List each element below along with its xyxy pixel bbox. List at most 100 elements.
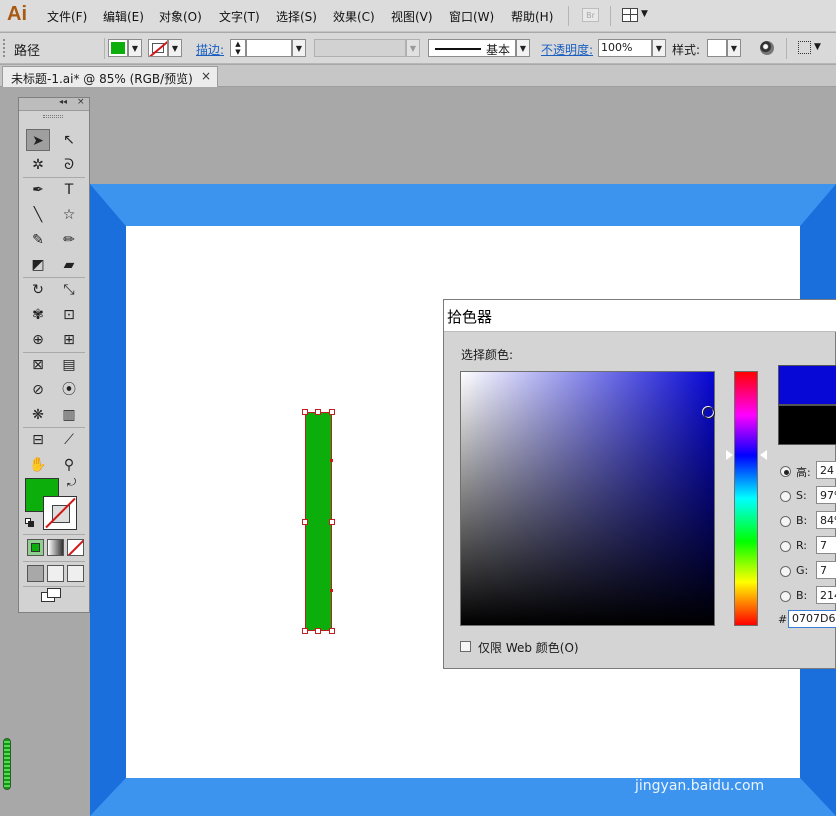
draw-normal-button[interactable] xyxy=(27,565,44,582)
radio-green[interactable] xyxy=(780,566,791,577)
zoom-tool[interactable]: ⚲ xyxy=(57,454,81,476)
chevron-down-icon[interactable]: ▼ xyxy=(652,39,666,57)
screen-mode-icon[interactable] xyxy=(41,588,63,604)
swap-fill-stroke-icon[interactable]: ⤾ xyxy=(67,476,76,490)
menu-type[interactable]: 文字(T) xyxy=(219,8,260,25)
free-transform-tool[interactable]: ⊡ xyxy=(57,304,81,326)
blue-input[interactable]: 214 xyxy=(816,586,836,604)
web-colors-only-checkbox[interactable] xyxy=(460,641,471,652)
radio-brightness[interactable] xyxy=(780,516,791,527)
chevron-down-icon[interactable]: ▼ xyxy=(814,42,821,52)
red-input[interactable]: 7 xyxy=(816,536,836,554)
hue-slider-arrow-right[interactable] xyxy=(760,450,767,460)
chevron-down-icon[interactable]: ▼ xyxy=(516,39,530,57)
lasso-tool[interactable]: ᘐ xyxy=(57,154,81,176)
shape-builder-tool[interactable]: ⊕ xyxy=(26,329,50,351)
menu-view[interactable]: 视图(V) xyxy=(391,8,433,25)
chevron-down-icon[interactable]: ▼ xyxy=(727,39,741,57)
color-mode-button[interactable] xyxy=(27,539,44,556)
menu-file[interactable]: 文件(F) xyxy=(47,8,87,25)
chevron-down-icon[interactable]: ▼ xyxy=(168,39,182,57)
selection-handle[interactable] xyxy=(302,409,308,415)
perspective-grid-tool[interactable]: ⊞ xyxy=(57,329,81,351)
artboard-tool[interactable]: ⊟ xyxy=(26,429,50,451)
chevron-down-icon[interactable]: ▼ xyxy=(406,39,420,57)
close-icon[interactable]: × xyxy=(201,69,211,83)
gradient-mode-button[interactable] xyxy=(47,539,64,556)
selection-handle[interactable] xyxy=(329,519,335,525)
gradient-tool[interactable]: ▤ xyxy=(57,354,81,376)
brightness-input[interactable]: 84% xyxy=(816,511,836,529)
stroke-color-swatch[interactable] xyxy=(43,496,77,530)
menu-window[interactable]: 窗口(W) xyxy=(449,8,494,25)
selection-tool[interactable]: ➤ xyxy=(26,129,50,151)
scrollbar-thumb[interactable] xyxy=(3,738,11,790)
radio-blue[interactable] xyxy=(780,591,791,602)
pencil-tool[interactable]: ✏ xyxy=(57,229,81,251)
mesh-tool[interactable]: ⊠ xyxy=(26,354,50,376)
variable-width-profile[interactable] xyxy=(314,39,406,57)
scale-tool[interactable]: ⤡ xyxy=(57,279,81,301)
selection-handle[interactable] xyxy=(302,628,308,634)
anchor-point[interactable] xyxy=(330,589,333,592)
paintbrush-tool[interactable]: ✎ xyxy=(26,229,50,251)
menu-object[interactable]: 对象(O) xyxy=(159,8,202,25)
symbol-sprayer-tool[interactable]: ❋ xyxy=(26,404,50,426)
color-field-cursor[interactable] xyxy=(702,406,715,419)
opacity-input[interactable]: 100% xyxy=(598,39,652,57)
selected-rectangle[interactable] xyxy=(305,412,332,631)
menu-select[interactable]: 选择(S) xyxy=(276,8,317,25)
selection-handle[interactable] xyxy=(315,628,321,634)
hue-slider-arrow-left[interactable] xyxy=(726,450,733,460)
rotate-tool[interactable]: ↻ xyxy=(26,279,50,301)
line-segment-tool[interactable]: ╲ xyxy=(26,204,50,226)
selection-handle[interactable] xyxy=(302,519,308,525)
menu-effect[interactable]: 效果(C) xyxy=(333,8,375,25)
eyedropper-tool[interactable]: ⊘ xyxy=(26,379,50,401)
slice-tool[interactable]: ⟋ xyxy=(57,429,81,451)
recolor-artwork-icon[interactable] xyxy=(760,41,774,55)
default-colors-icon[interactable] xyxy=(25,518,35,528)
blend-tool[interactable]: ⦿ xyxy=(57,379,81,401)
radio-red[interactable] xyxy=(780,541,791,552)
direct-selection-tool[interactable]: ↖ xyxy=(57,129,81,151)
hex-input[interactable]: 0707D6 xyxy=(788,610,836,628)
hue-slider[interactable] xyxy=(734,371,758,626)
radio-hue[interactable] xyxy=(780,466,791,477)
selection-handle[interactable] xyxy=(329,628,335,634)
draw-inside-button[interactable] xyxy=(67,565,84,582)
hand-tool[interactable]: ✋ xyxy=(26,454,50,476)
none-mode-button[interactable] xyxy=(67,539,84,556)
eraser-tool[interactable]: ▰ xyxy=(57,254,81,276)
close-icon[interactable]: × xyxy=(77,97,85,107)
green-input[interactable]: 7 xyxy=(816,561,836,579)
pen-tool[interactable]: ✒ xyxy=(26,179,50,201)
star-tool[interactable]: ☆ xyxy=(57,204,81,226)
bridge-icon[interactable]: Br xyxy=(582,8,599,22)
radio-saturation[interactable] xyxy=(780,491,791,502)
selection-handle[interactable] xyxy=(329,409,335,415)
selection-handle[interactable] xyxy=(315,409,321,415)
collapse-icon[interactable]: ◂◂ xyxy=(59,97,67,106)
document-tab[interactable]: 未标题-1.ai* @ 85% (RGB/预览) × xyxy=(2,66,218,87)
grip-handle[interactable] xyxy=(3,39,7,57)
dialog-title-bar[interactable]: 拾色器 xyxy=(444,300,836,332)
stroke-weight-stepper[interactable]: ▲ ▼ xyxy=(230,39,246,57)
blob-brush-tool[interactable]: ◩ xyxy=(26,254,50,276)
magic-wand-tool[interactable]: ✲ xyxy=(26,154,50,176)
original-color-swatch[interactable] xyxy=(778,405,836,445)
draw-behind-button[interactable] xyxy=(47,565,64,582)
opacity-panel-link[interactable]: 不透明度: xyxy=(541,41,593,58)
column-graph-tool[interactable]: ▥ xyxy=(57,404,81,426)
hue-input[interactable]: 24 xyxy=(816,461,836,479)
stroke-color-control[interactable] xyxy=(148,39,168,57)
warp-tool[interactable]: ✾ xyxy=(26,304,50,326)
panel-grip[interactable] xyxy=(43,115,63,118)
chevron-down-icon[interactable]: ▼ xyxy=(292,39,306,57)
graphic-style-swatch[interactable] xyxy=(707,39,727,57)
brush-definition-control[interactable]: 基本 xyxy=(428,39,516,57)
stroke-weight-input[interactable] xyxy=(246,39,292,57)
saturation-input[interactable]: 97% xyxy=(816,486,836,504)
workspace-switcher-icon[interactable] xyxy=(622,8,638,22)
type-tool[interactable]: T xyxy=(57,179,81,201)
